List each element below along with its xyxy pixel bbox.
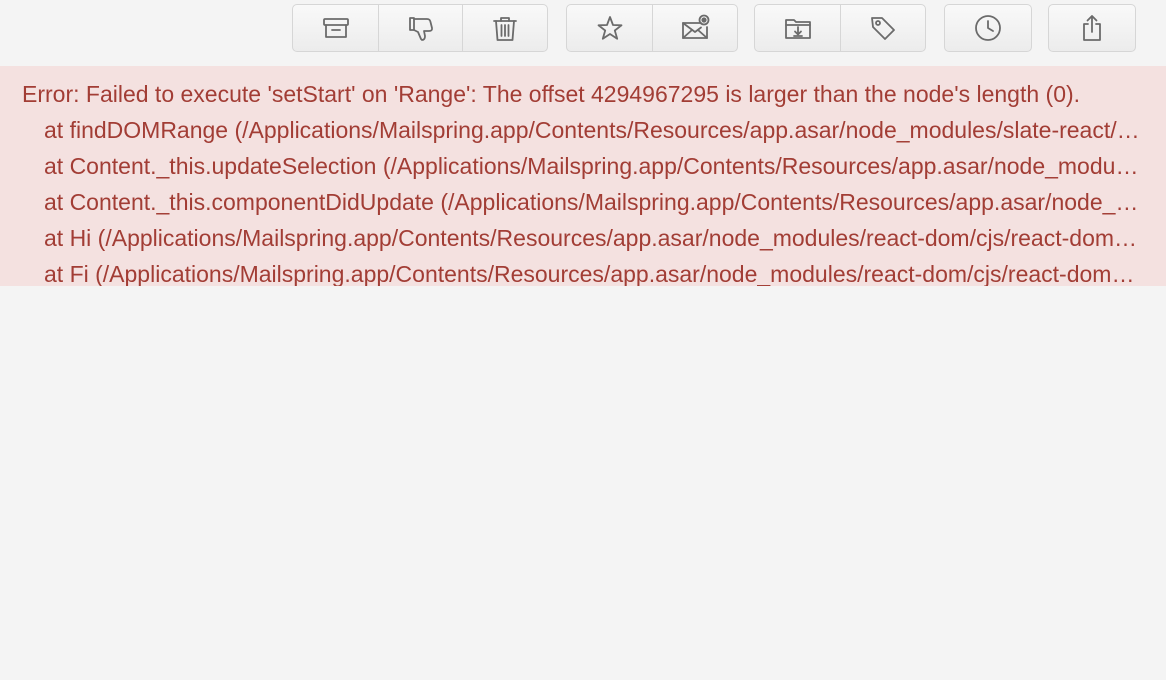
move-to-folder-button[interactable] xyxy=(755,5,840,51)
message-content-area xyxy=(0,286,1166,680)
stack-trace-line: at Fi (/Applications/Mailspring.app/Cont… xyxy=(44,261,1140,286)
mark-unread-button[interactable] xyxy=(652,5,737,51)
toolbar-group-snooze xyxy=(944,4,1032,52)
star-icon xyxy=(595,13,625,43)
stack-trace-line: at Content._this.componentDidUpdate (/Ap… xyxy=(44,189,1140,215)
stack-trace-line: at findDOMRange (/Applications/Mailsprin… xyxy=(44,117,1140,143)
error-message: Error: Failed to execute 'setStart' on '… xyxy=(22,81,1081,107)
thumbs-down-icon xyxy=(406,13,436,43)
share-icon xyxy=(1077,13,1107,43)
spam-button[interactable] xyxy=(378,5,462,51)
mark-unread-icon xyxy=(680,13,710,43)
message-toolbar xyxy=(0,0,1166,66)
share-button[interactable] xyxy=(1049,5,1135,51)
move-to-folder-icon xyxy=(783,13,813,43)
toolbar-group-organize xyxy=(754,4,926,52)
star-button[interactable] xyxy=(567,5,652,51)
trash-icon xyxy=(490,13,520,43)
stack-trace-line: at Hi (/Applications/Mailspring.app/Cont… xyxy=(44,225,1140,251)
stack-trace-line: at Content._this.updateSelection (/Appli… xyxy=(44,153,1140,179)
apply-label-button[interactable] xyxy=(840,5,925,51)
toolbar-group-share xyxy=(1048,4,1136,52)
clock-icon xyxy=(973,13,1003,43)
toolbar-group-actions xyxy=(292,4,548,52)
snooze-button[interactable] xyxy=(945,5,1031,51)
archive-icon xyxy=(321,13,351,43)
archive-button[interactable] xyxy=(293,5,378,51)
tag-icon xyxy=(868,13,898,43)
trash-button[interactable] xyxy=(462,5,547,51)
error-panel: Error: Failed to execute 'setStart' on '… xyxy=(0,66,1166,286)
toolbar-group-flags xyxy=(566,4,738,52)
